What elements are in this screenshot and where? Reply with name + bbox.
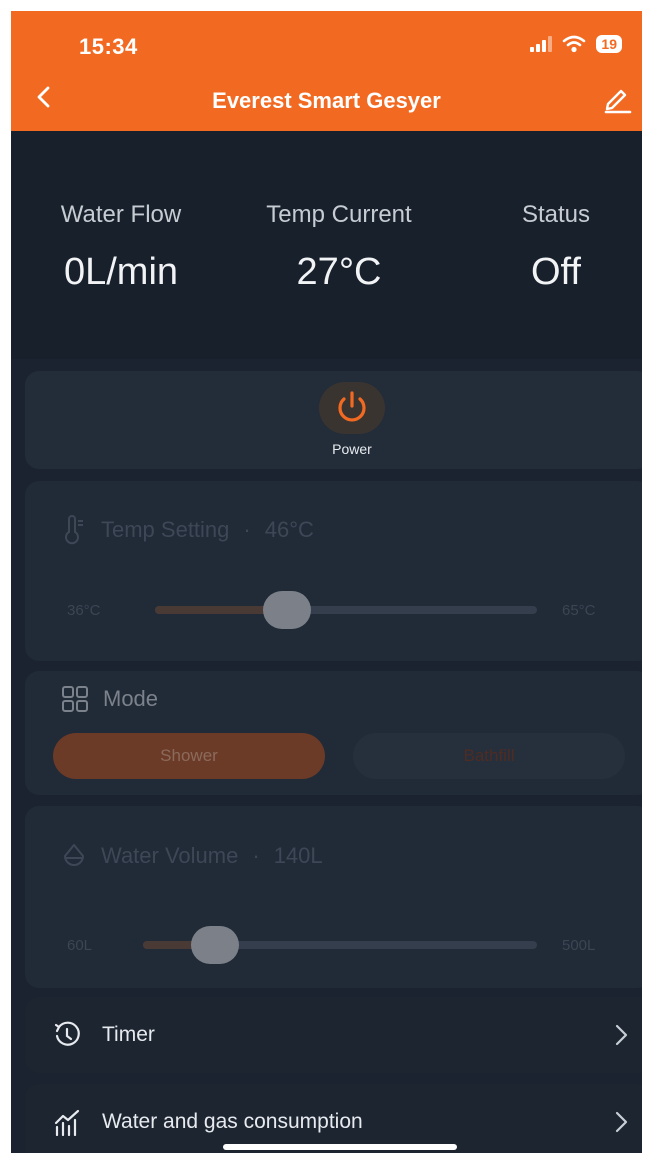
volume-max-label: 500L [562, 937, 596, 954]
water-flow-label: Water Flow [60, 201, 182, 228]
home-indicator [223, 1144, 457, 1150]
power-label: Power [332, 441, 372, 457]
temp-slider-thumb[interactable] [262, 591, 311, 629]
temp-min-label: 36°C [67, 602, 101, 619]
edit-icon[interactable] [600, 84, 632, 114]
water-flow-value: 0L/min [63, 251, 179, 293]
battery-indicator: 19 [596, 35, 622, 53]
power-card: Power [25, 371, 642, 469]
temp-setting-separator: · [243, 517, 251, 542]
page-title: Everest Smart Gesyer [212, 88, 441, 113]
water-flow-stat: Water Flow 0L/min [41, 201, 201, 294]
timer-label: Timer [102, 1023, 155, 1046]
mode-title: Mode [103, 686, 159, 711]
power-button[interactable] [319, 382, 385, 434]
chart-icon [54, 1109, 80, 1136]
temp-setting-title: Temp Setting [101, 517, 230, 542]
temp-setting-card: Temp Setting · 46°C 36°C 65°C [25, 481, 642, 661]
temp-current-stat: Temp Current 27°C [246, 201, 432, 294]
signal-icon [530, 36, 553, 52]
temp-max-label: 65°C [562, 602, 596, 619]
thermometer-icon [65, 515, 83, 545]
water-drop-icon [64, 844, 84, 866]
chevron-right-icon [615, 1024, 628, 1046]
app-header: 15:34 19 Everest Smart Gesyer [11, 11, 642, 131]
temp-current-label: Temp Current [266, 201, 412, 228]
water-volume-separator: · [252, 843, 260, 868]
volume-slider-thumb[interactable] [190, 926, 239, 964]
status-stat: Status Off [501, 201, 611, 294]
status-time: 15:34 [79, 34, 138, 59]
volume-min-label: 60L [67, 937, 93, 954]
temp-current-value: 27°C [296, 251, 382, 293]
temp-setting-header: Temp Setting · 46°C [61, 515, 314, 545]
water-volume-card: Water Volume · 140L 60L 500L [25, 806, 642, 988]
device-stats: Water Flow 0L/min Temp Current 27°C Stat… [11, 131, 642, 359]
power-icon [338, 391, 366, 422]
chevron-right-icon [615, 1111, 628, 1133]
app-screen: 15:34 19 Everest Smart Gesyer Water Flow… [11, 11, 642, 1153]
water-volume-header: Water Volume · 140L [61, 842, 323, 870]
temp-setting-value: 46°C [264, 517, 314, 542]
water-volume-title: Water Volume [101, 843, 239, 868]
consumption-row[interactable]: Water and gas consumption [25, 1084, 642, 1153]
status-label: Status [521, 201, 591, 228]
wifi-icon [563, 35, 586, 53]
status-value: Off [531, 251, 581, 293]
timer-row[interactable]: Timer [25, 997, 642, 1073]
grid-icon [62, 686, 88, 712]
mode-card: Mode Shower Bathfill [25, 671, 642, 795]
status-icons: 19 [530, 35, 622, 53]
clock-icon [54, 1021, 80, 1046]
water-volume-value: 140L [273, 843, 323, 868]
mode-bathfill-button[interactable]: Bathfill [353, 733, 625, 779]
consumption-label: Water and gas consumption [102, 1110, 363, 1133]
mode-shower-button[interactable]: Shower [53, 733, 325, 779]
mode-header: Mode [61, 685, 158, 713]
temp-slider-track[interactable] [155, 606, 537, 614]
